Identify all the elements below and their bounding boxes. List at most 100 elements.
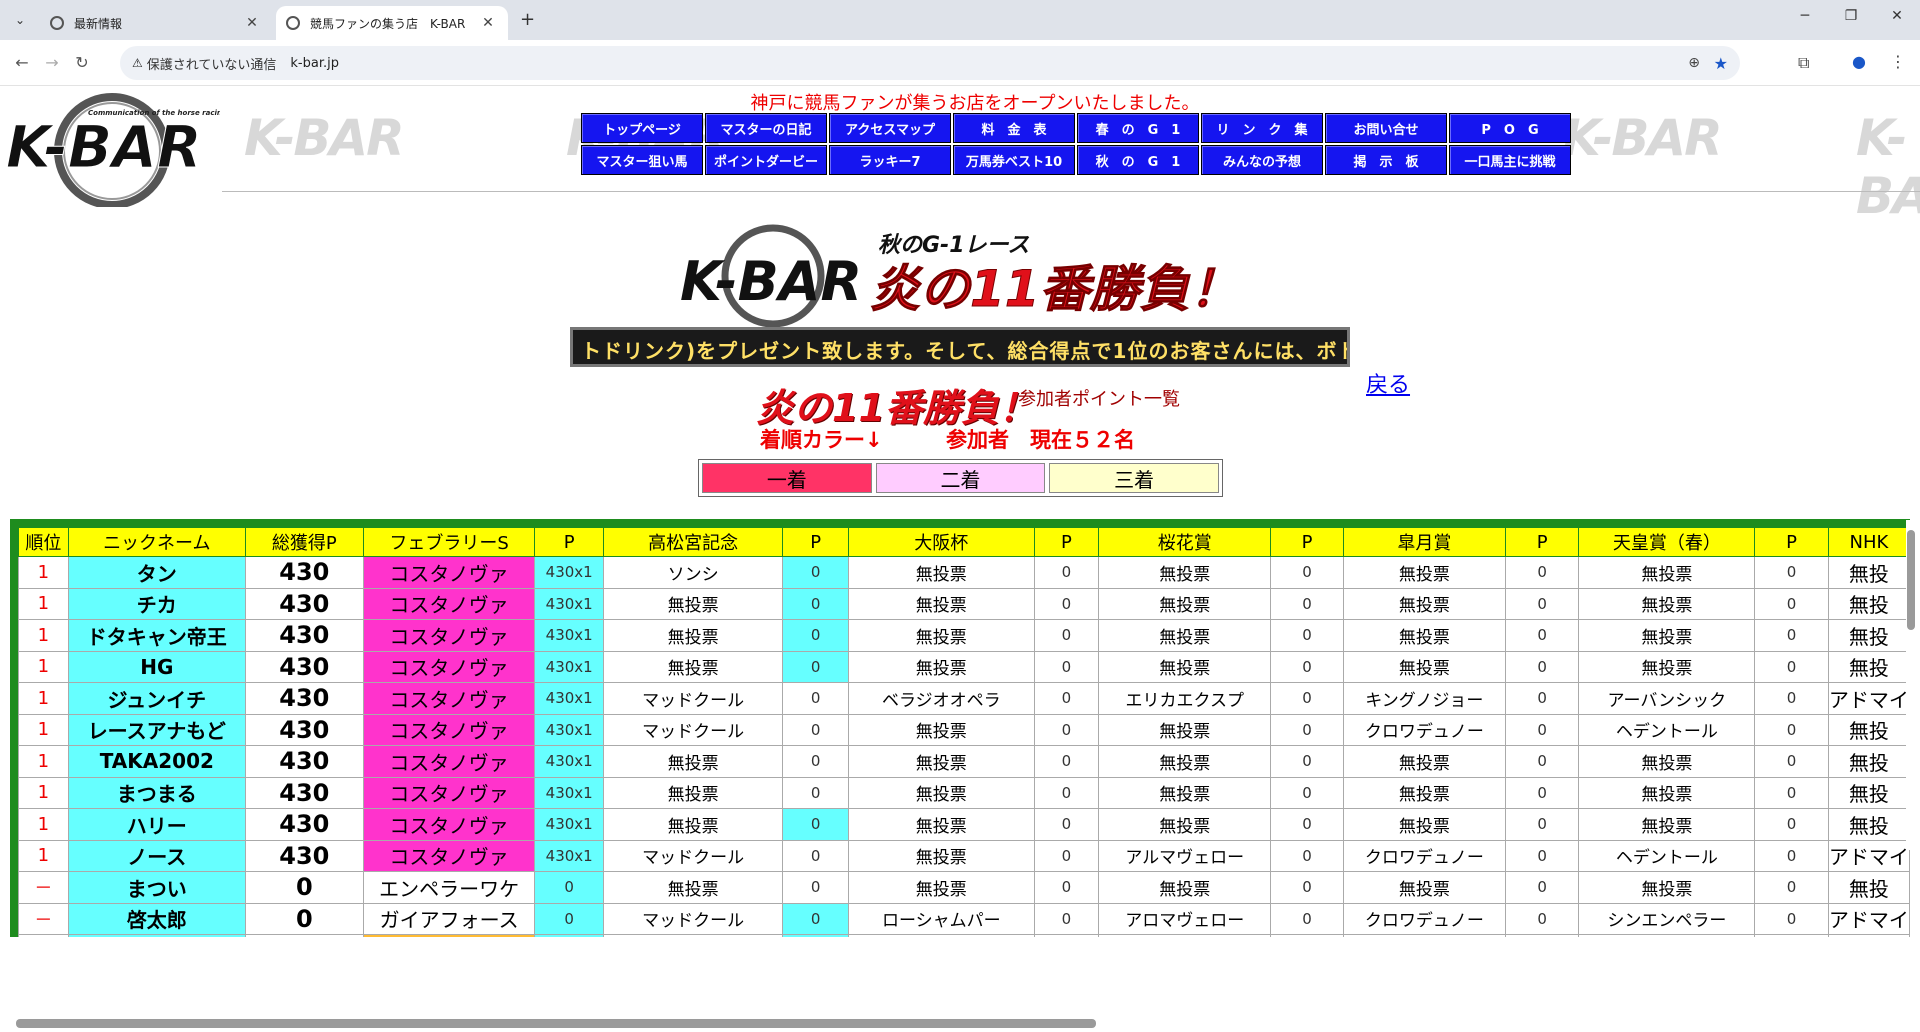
table-cell: ソンシ xyxy=(602,556,784,589)
table-cell: 430 xyxy=(244,587,364,620)
forward-arrow-icon[interactable]: → xyxy=(38,53,66,72)
table-cell: ベラジオオペラ xyxy=(848,682,1035,715)
table-cell: 0 xyxy=(1270,808,1344,841)
menu-button[interactable]: アクセスマップ xyxy=(829,113,951,143)
menu-button[interactable]: リ ン ク 集 xyxy=(1201,113,1323,143)
menu-button[interactable]: 一口馬主に挑戦 xyxy=(1449,145,1571,175)
table-cell: － xyxy=(18,934,69,937)
table-cell: 0 xyxy=(1504,619,1580,652)
table-cell: ミッキーファイト xyxy=(362,934,536,937)
table-cell: 0 xyxy=(1504,587,1580,620)
table-cell: タン xyxy=(67,556,246,589)
table-cell: 無投票 xyxy=(602,934,784,937)
tab-search-chevron-icon[interactable]: ⌄ xyxy=(8,8,32,32)
close-tab-icon[interactable]: ✕ xyxy=(478,15,498,31)
extensions-puzzle-icon[interactable]: ⧉ xyxy=(1798,53,1809,73)
menu-button[interactable]: トップページ xyxy=(581,113,703,143)
table-cell: 0 xyxy=(1504,682,1580,715)
table-cell: 1 xyxy=(18,713,69,746)
table-cell: コスタノヴァ xyxy=(362,776,536,809)
table-cell: 430 xyxy=(244,556,364,589)
menu-button[interactable]: 料 金 表 xyxy=(953,113,1075,143)
menu-button[interactable]: お問い合せ xyxy=(1325,113,1447,143)
new-tab-plus-icon[interactable]: + xyxy=(520,9,535,30)
table-cell: 1 xyxy=(18,839,69,872)
table-cell: 430 xyxy=(244,776,364,809)
table-cell: 無投票 xyxy=(1578,934,1756,937)
kebab-menu-icon[interactable]: ⋮ xyxy=(1890,52,1906,71)
table-cell: コスタノヴァ xyxy=(362,745,536,778)
back-link[interactable]: 戻る xyxy=(1366,367,1410,399)
table-cell: 無投 xyxy=(1827,650,1910,683)
security-label[interactable]: 保護されていない通信 xyxy=(147,54,277,73)
menu-button[interactable]: P O G xyxy=(1449,113,1571,143)
table-cell: 0 xyxy=(1033,776,1100,809)
menu-button[interactable]: みんなの予想 xyxy=(1201,145,1323,175)
table-cell: マッドクール xyxy=(602,839,784,872)
table-cell: 無投票 xyxy=(602,871,784,904)
table-cell: － xyxy=(18,902,69,935)
reload-icon[interactable]: ↻ xyxy=(68,53,96,72)
table-row: －まつい 0 エンペラーワケ 0 無投票 0 無投票 0 無投票 0 無投票 0 無投票 0 無投 xyxy=(18,871,1910,904)
restore-icon[interactable]: ❐ xyxy=(1836,8,1866,24)
zoom-icon[interactable]: ⊕ xyxy=(1688,55,1700,71)
menu-button[interactable]: 春 の G 1 xyxy=(1077,113,1199,143)
table-cell: 無投票 xyxy=(1342,619,1506,652)
close-window-icon[interactable]: ✕ xyxy=(1882,8,1912,24)
table-cell: 0 xyxy=(1754,808,1829,841)
tab-kbar[interactable]: 競馬ファンの集う店 K-BAR ✕ xyxy=(276,6,508,40)
menu-button[interactable]: ラッキー7 xyxy=(829,145,951,175)
table-cell: 無投票 xyxy=(848,556,1035,589)
table-row: －啓太郎 0 ガイアフォース 0 マッドクール 0 ローシャムパー 0 アロマヴェロー 0 クロワデ… xyxy=(18,902,1910,935)
table-cell: 1 xyxy=(18,650,69,683)
table-cell: 0 xyxy=(1270,556,1344,589)
table-cell: 無投票 xyxy=(1578,650,1756,683)
table-cell: 無投票 xyxy=(1578,587,1756,620)
menu-button[interactable]: ポイントダービー xyxy=(705,145,827,175)
table-cell: アドマイ xyxy=(1827,902,1910,935)
table-cell: 啓太郎 xyxy=(67,902,246,935)
table-cell: 無投票 xyxy=(602,587,784,620)
table-cell: 0 xyxy=(1033,682,1100,715)
profile-avatar-icon[interactable]: ● xyxy=(1852,52,1866,71)
table-cell: チカ xyxy=(67,587,246,620)
menu-button[interactable]: マスター狙い馬 xyxy=(581,145,703,175)
table-cell: 無投票 xyxy=(1098,713,1272,746)
bookmark-star-icon[interactable]: ★ xyxy=(1714,54,1728,73)
table-row: 1 まつまる 430 コスタノヴァ 430x1 無投票 0 無投票 0 無投票 0 無投票 0 無投票 0 無… xyxy=(18,776,1910,809)
menu-button[interactable]: マスターの日記 xyxy=(705,113,827,143)
column-header: ニックネーム xyxy=(67,527,246,557)
g1-banner: K-BAR 秋のG-1レース 炎の11番勝負！ xyxy=(680,224,1218,328)
table-cell: 無投票 xyxy=(1098,745,1272,778)
table-cell: クロワデュノー xyxy=(1342,902,1506,935)
url-text[interactable]: k-bar.jp xyxy=(290,56,339,71)
back-arrow-icon[interactable]: ← xyxy=(8,53,36,72)
address-bar[interactable]: ⚠ 保護されていない通信 k-bar.jp ⊕ ★ xyxy=(120,46,1740,80)
legend-first: 一着 xyxy=(702,463,872,493)
table-cell: 0 xyxy=(782,713,850,746)
marquee-ticker: トドリンク)をプレゼント致します。そして、総合得点で1位のお客さんには、ボトルに… xyxy=(570,327,1350,367)
menu-button[interactable]: 秋 の G 1 xyxy=(1077,145,1199,175)
column-header: P xyxy=(1504,527,1580,557)
close-tab-icon[interactable]: ✕ xyxy=(242,15,262,31)
site-header: K-BAR Communication of the horse racing … xyxy=(0,87,1920,225)
menu-button[interactable]: 掲 示 板 xyxy=(1325,145,1447,175)
minimize-icon[interactable]: ─ xyxy=(1790,8,1820,24)
menu-button[interactable]: 万馬券ベスト10 xyxy=(953,145,1075,175)
table-cell: 無投 xyxy=(1827,587,1910,620)
table-cell: 無投 xyxy=(1827,808,1910,841)
tab-latest-info[interactable]: 最新情報 ✕ xyxy=(40,6,272,40)
warning-triangle-icon[interactable]: ⚠ xyxy=(132,56,143,70)
scrollbar-thumb[interactable] xyxy=(1907,530,1915,630)
table-cell: コスタノヴァ xyxy=(362,556,536,589)
horizontal-scrollbar[interactable] xyxy=(16,1019,1096,1028)
table-cell: クロワデュノー xyxy=(1342,839,1506,872)
banner-logo-text: K-BAR xyxy=(680,250,862,313)
table-cell: 0 xyxy=(244,871,364,904)
table-cell: 1 xyxy=(18,808,69,841)
vertical-scrollbar[interactable] xyxy=(1906,520,1916,850)
table-cell: 0 xyxy=(782,745,850,778)
table-row: 1 ドタキャン帝王 430 コスタノヴァ 430x1 無投票 0 無投票 0 無投票 0 無投票 0 無投… xyxy=(18,619,1910,652)
points-table-container[interactable]: 順位 ニックネーム 総獲得P フェブラリーS P 高松宮記念 P 大阪杯 P 桜花賞 P 皐月賞 P 天皇… xyxy=(10,519,1910,937)
table-cell: 0 xyxy=(1270,682,1344,715)
